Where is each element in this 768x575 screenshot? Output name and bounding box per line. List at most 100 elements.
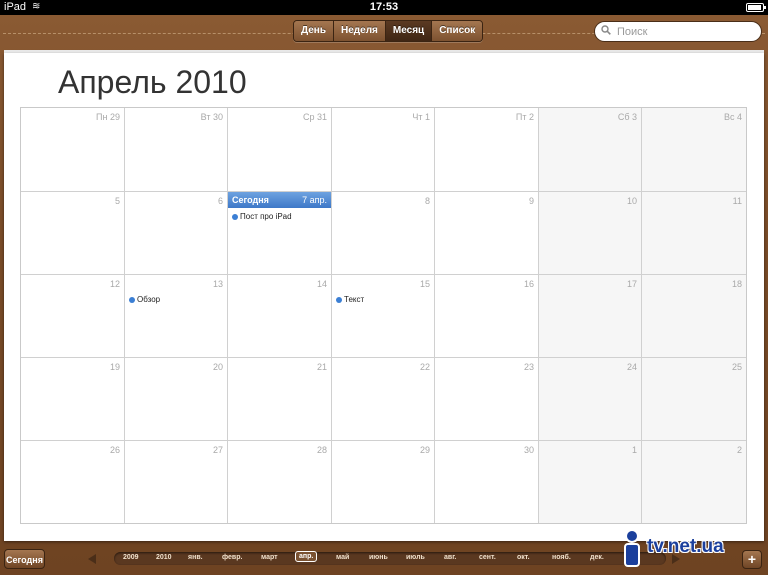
timeline-item-selected[interactable]: апр.: [295, 551, 318, 562]
day-number: 8: [424, 196, 430, 206]
day-number: 19: [109, 362, 120, 372]
timeline-item[interactable]: окт.: [517, 554, 530, 561]
search-icon: [601, 25, 611, 35]
timeline-item[interactable]: 2009: [123, 554, 139, 561]
day-number: 17: [626, 279, 637, 289]
timeline-item[interactable]: март: [261, 554, 278, 561]
day-number: 2: [736, 445, 742, 455]
day-cell[interactable]: 23: [435, 358, 539, 441]
clock: 17:53: [369, 1, 399, 13]
timeline-item[interactable]: июнь: [369, 554, 388, 561]
page-title: Апрель 2010: [58, 64, 247, 100]
day-number: 10: [626, 196, 637, 206]
timeline-item[interactable]: 2010: [156, 554, 172, 561]
day-cell[interactable]: Вт 30: [125, 108, 228, 192]
day-cell[interactable]: 9: [435, 192, 539, 275]
month-grid: Пн 29 Вт 30 Ср 31 Чт 1 Пт 2 Сб 3 Вс 4 5 …: [20, 107, 747, 524]
day-number: Пн 29: [96, 112, 120, 122]
day-cell[interactable]: 8: [332, 192, 435, 275]
day-cell[interactable]: 20: [125, 358, 228, 441]
day-cell[interactable]: 28: [228, 441, 332, 523]
day-cell[interactable]: 24: [539, 358, 642, 441]
day-number: 27: [212, 445, 223, 455]
timeline-item[interactable]: февр.: [222, 554, 242, 561]
day-cell[interactable]: Чт 1: [332, 108, 435, 192]
timeline-item[interactable]: нояб.: [552, 554, 571, 561]
timeline-item[interactable]: янв.: [188, 554, 203, 561]
timeline-item[interactable]: авг.: [444, 554, 456, 561]
previous-arrow-icon[interactable]: [88, 554, 96, 564]
timeline-item[interactable]: дек.: [590, 554, 604, 561]
day-cell[interactable]: 22: [332, 358, 435, 441]
view-switcher: День Неделя Месяц Список: [293, 20, 484, 42]
day-number: Вс 4: [723, 112, 742, 122]
today-label: Сегодня: [232, 195, 269, 205]
day-cell[interactable]: 16: [435, 275, 539, 358]
tab-day[interactable]: День: [294, 21, 334, 41]
day-number: 20: [212, 362, 223, 372]
today-button[interactable]: Сегодня: [4, 549, 45, 569]
timeline-item[interactable]: июль: [406, 554, 425, 561]
event-dot-icon: [336, 297, 342, 303]
day-cell[interactable]: 17: [539, 275, 642, 358]
calendar-event[interactable]: Текст: [336, 295, 364, 304]
day-cell[interactable]: Вс 4: [642, 108, 746, 192]
day-cell[interactable]: Пн 29: [21, 108, 125, 192]
day-cell[interactable]: 18: [642, 275, 746, 358]
day-cell[interactable]: 12: [21, 275, 125, 358]
day-cell[interactable]: 29: [332, 441, 435, 523]
day-cell[interactable]: 13 Обзор: [125, 275, 228, 358]
day-cell[interactable]: 5: [21, 192, 125, 275]
day-number: 21: [316, 362, 327, 372]
day-cell[interactable]: 19: [21, 358, 125, 441]
day-number: 25: [731, 362, 742, 372]
day-cell[interactable]: Пт 2: [435, 108, 539, 192]
event-title: Обзор: [137, 295, 161, 304]
day-number: 11: [732, 196, 742, 206]
day-number: 26: [109, 445, 120, 455]
tab-month[interactable]: Месяц: [385, 21, 433, 41]
day-cell[interactable]: 10: [539, 192, 642, 275]
day-cell[interactable]: Ср 31: [228, 108, 332, 192]
search-input[interactable]: Поиск: [594, 21, 762, 42]
day-number: Пт 2: [515, 112, 534, 122]
day-number: 1: [631, 445, 637, 455]
day-cell[interactable]: 11: [642, 192, 746, 275]
day-number: 23: [523, 362, 534, 372]
watermark-i-icon: [624, 529, 640, 567]
day-cell[interactable]: 6: [125, 192, 228, 275]
day-cell[interactable]: 15 Текст: [332, 275, 435, 358]
day-cell[interactable]: 26: [21, 441, 125, 523]
day-cell[interactable]: 30: [435, 441, 539, 523]
tab-list[interactable]: Список: [432, 21, 483, 41]
timeline-item[interactable]: сент.: [479, 554, 496, 561]
day-number: 29: [419, 445, 430, 455]
search-placeholder: Поиск: [617, 26, 648, 38]
event-dot-icon: [129, 297, 135, 303]
day-cell[interactable]: 27: [125, 441, 228, 523]
timeline-item[interactable]: май: [336, 554, 349, 561]
day-cell[interactable]: Сб 3: [539, 108, 642, 192]
day-cell[interactable]: 21: [228, 358, 332, 441]
day-number: Вт 30: [200, 112, 223, 122]
watermark-text: tv.net.ua: [647, 536, 724, 557]
day-cell[interactable]: 14: [228, 275, 332, 358]
calendar-event[interactable]: Пост про iPad: [232, 212, 292, 221]
day-number: 13: [212, 279, 223, 289]
month-timeline[interactable]: 2009 2010 янв. февр. март апр. май июнь …: [114, 551, 666, 565]
day-cell[interactable]: 2: [642, 441, 746, 523]
day-number: 16: [523, 279, 534, 289]
day-cell[interactable]: 25: [642, 358, 746, 441]
day-number: 14: [316, 279, 327, 289]
tab-week[interactable]: Неделя: [334, 21, 386, 41]
calendar-event[interactable]: Обзор: [129, 295, 160, 304]
day-number: 24: [626, 362, 637, 372]
today-date: 7 апр.: [302, 195, 327, 205]
today-cell[interactable]: Сегодня 7 апр. Пост про iPad: [228, 192, 332, 275]
day-number: 30: [523, 445, 534, 455]
event-title: Пост про iPad: [240, 212, 292, 221]
day-cell[interactable]: 1: [539, 441, 642, 523]
day-number: 15: [419, 279, 430, 289]
day-number: 6: [217, 196, 223, 206]
battery-icon: [746, 3, 766, 12]
